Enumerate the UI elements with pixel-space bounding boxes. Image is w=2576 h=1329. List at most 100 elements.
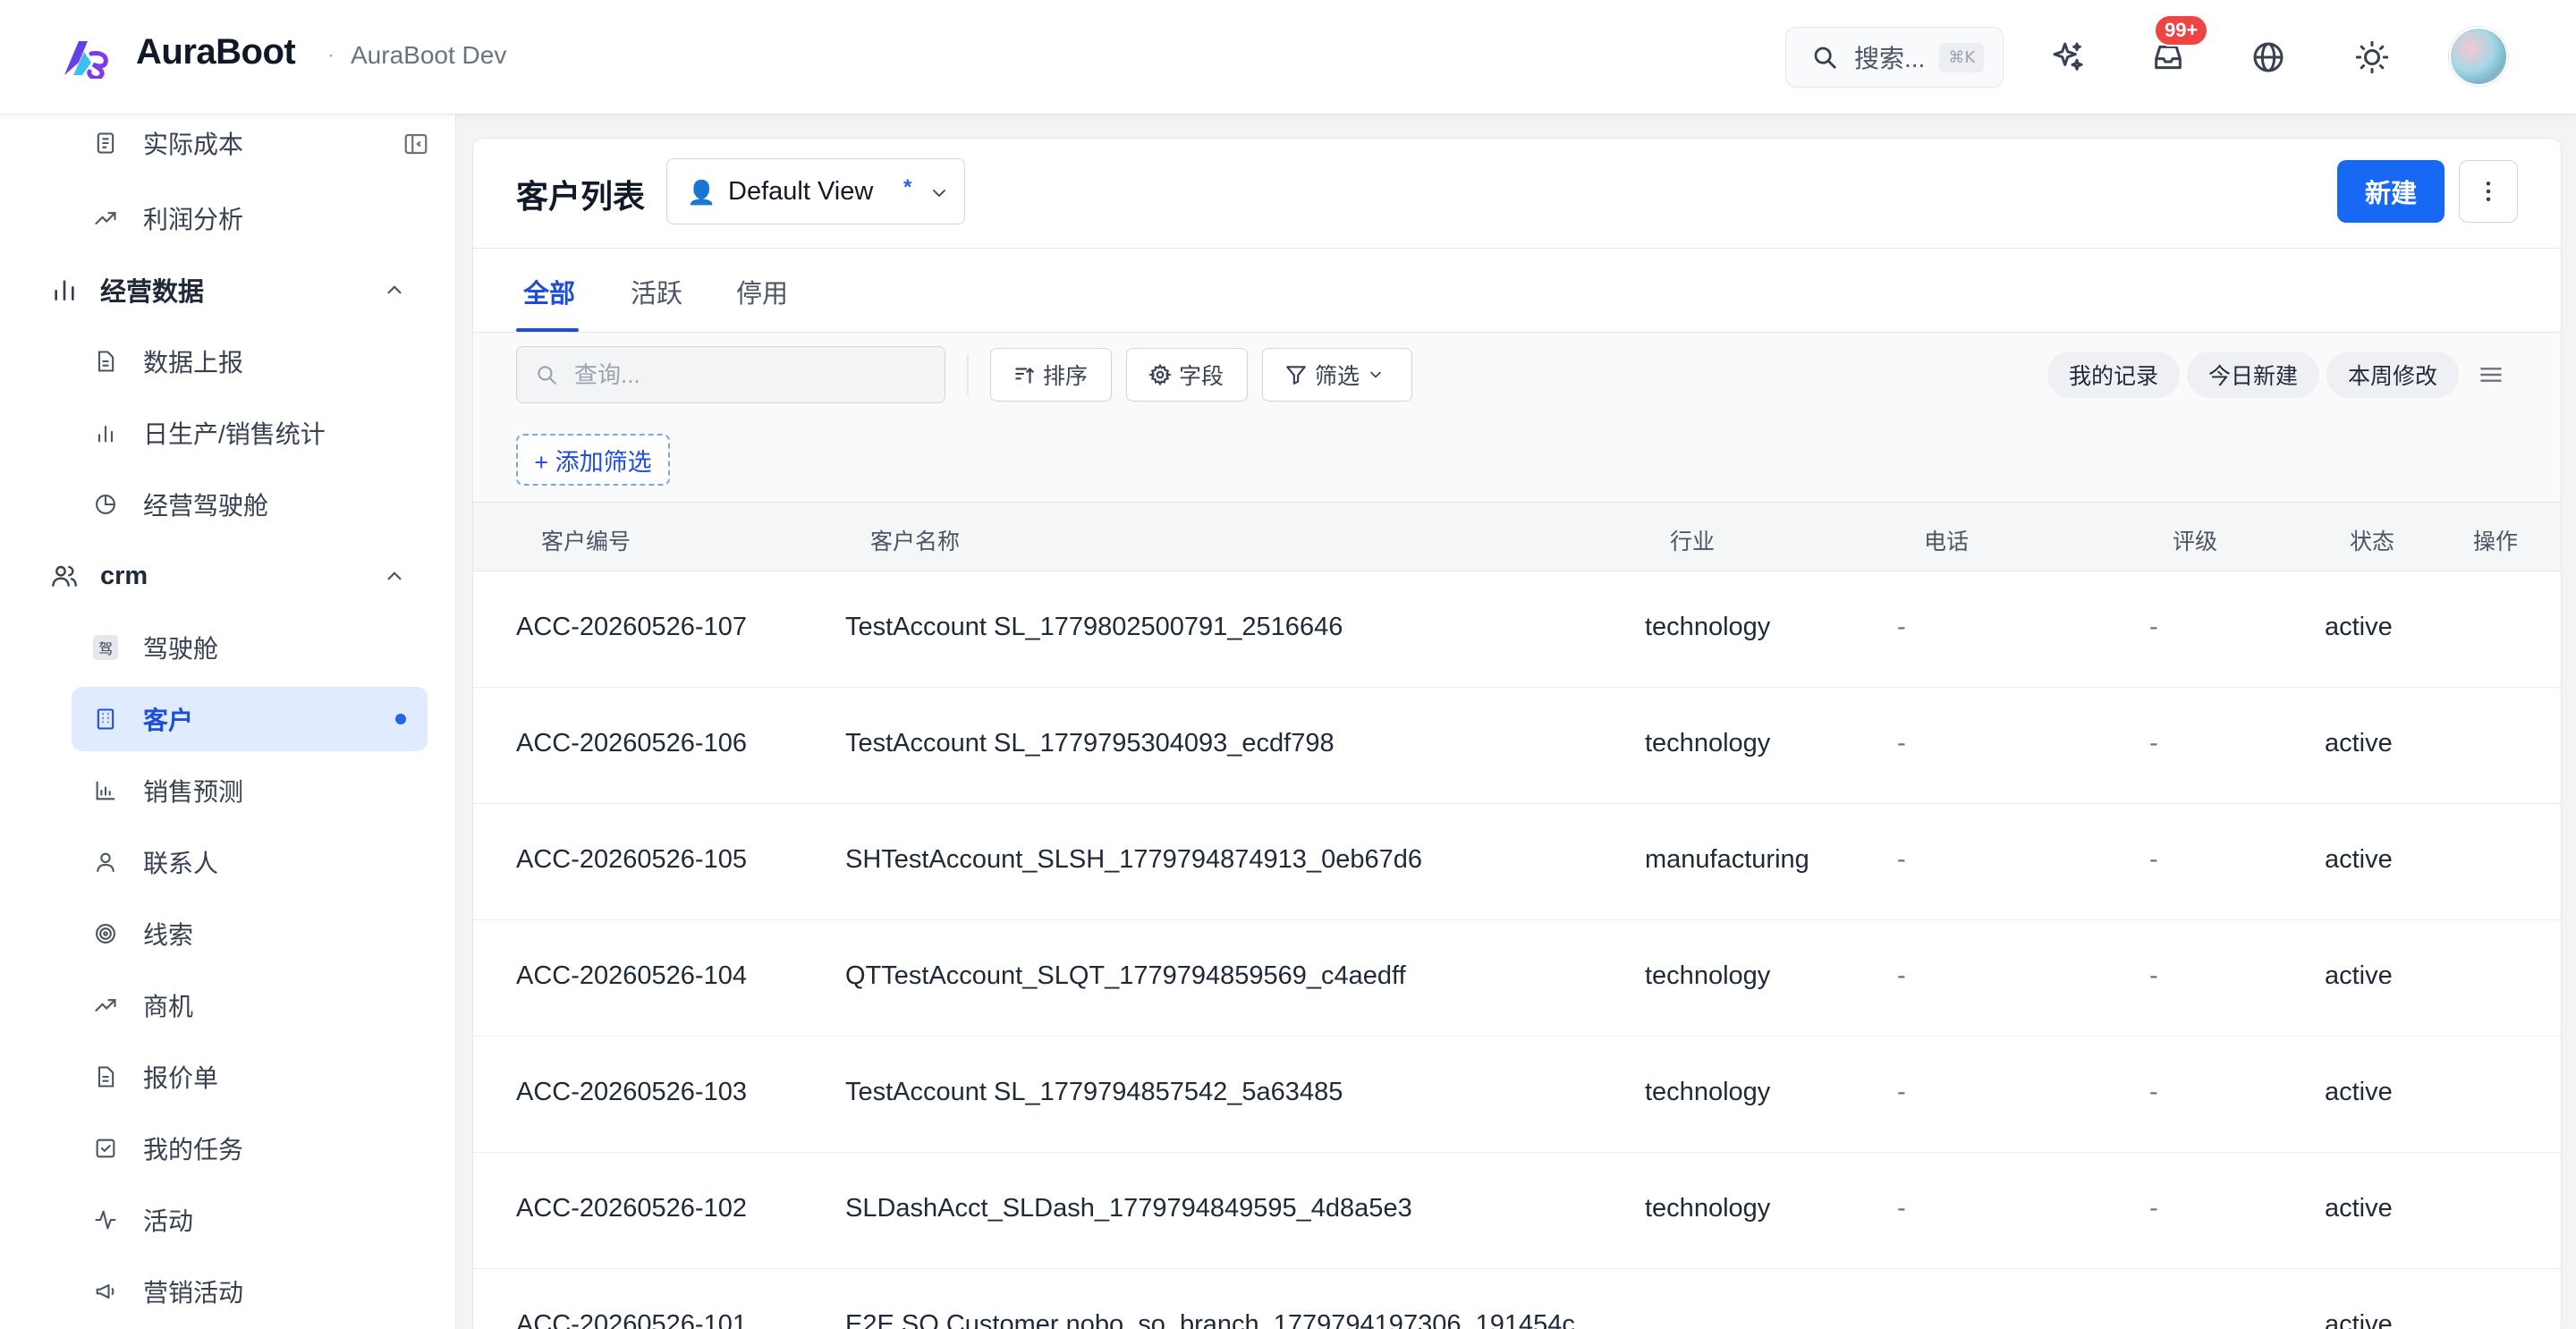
column-header-customer-no[interactable]: 客户编号 (541, 524, 631, 556)
cell-status: active (2325, 845, 2393, 874)
brand-name[interactable]: AuraBoot (136, 32, 296, 72)
cockpit-icon: 驾 (93, 635, 118, 660)
table-row[interactable]: ACC-20260526-104 QTTestAccount_SLQT_17797… (473, 920, 2561, 1037)
sidebar-item-customers[interactable]: 客户 (72, 687, 428, 751)
document-icon (97, 351, 114, 372)
active-indicator-dot (395, 714, 406, 724)
search-icon (1814, 47, 1836, 69)
users-icon (52, 565, 77, 587)
global-search-button[interactable]: 搜索... ⌘K (1785, 27, 2004, 88)
view-selector[interactable]: 👤 Default View * (666, 158, 965, 224)
cell-customer-name: TestAccount SL_1779802500791_2516646 (845, 613, 1343, 641)
theme-toggle-button[interactable] (2351, 36, 2394, 79)
sidebar-item-campaigns[interactable]: 营销活动 (72, 1259, 428, 1324)
cell-rating: - (2149, 961, 2158, 990)
sidebar-group-label: crm (100, 561, 148, 590)
cell-phone: - (1897, 961, 1906, 990)
cell-customer-no: ACC-20260526-101 (516, 1310, 747, 1329)
table-row[interactable]: ACC-20260526-101 E2E SO Customer nobo_so_… (473, 1269, 2561, 1329)
sparkle-icon (2053, 42, 2083, 71)
ai-assistant-button[interactable] (2046, 36, 2089, 79)
sort-label: 排序 (1043, 364, 1089, 389)
table-row[interactable]: ACC-20260526-107 TestAccount SL_177980250… (473, 571, 2561, 688)
sidebar-group-operations-data[interactable]: 经营数据 (50, 258, 428, 322)
language-button[interactable] (2247, 36, 2290, 79)
environment-name: AuraBoot Dev (351, 41, 507, 69)
column-header-industry[interactable]: 行业 (1670, 524, 1715, 556)
view-modified-marker: * (903, 175, 912, 199)
cell-customer-name: QTTestAccount_SLQT_1779794859569_c4aedff (845, 961, 1406, 990)
sidebar-item-data-report[interactable]: 数据上报 (72, 329, 428, 394)
table-row[interactable]: ACC-20260526-102 SLDashAcct_SLDash_177979… (473, 1153, 2561, 1269)
user-avatar[interactable] (2449, 27, 2508, 86)
sidebar-item-business-cockpit[interactable]: 经营驾驶舱 (72, 472, 428, 537)
sidebar-item-contacts[interactable]: 联系人 (72, 830, 428, 894)
sidebar-item-opportunities[interactable]: 商机 (72, 973, 428, 1037)
table-row[interactable]: ACC-20260526-106 TestAccount SL_177979530… (473, 688, 2561, 804)
trend-icon (95, 999, 116, 1012)
pie-chart-icon (96, 495, 115, 514)
user-icon: 👤 (687, 179, 716, 206)
tab-inactive[interactable]: 停用 (736, 273, 788, 310)
column-header-rating[interactable]: 评级 (2173, 524, 2217, 556)
table-row[interactable]: ACC-20260526-105 SHTestAccount_SLSH_17797… (473, 804, 2561, 920)
sidebar-item-activities[interactable]: 活动 (72, 1188, 428, 1252)
column-header-customer-name[interactable]: 客户名称 (870, 524, 960, 556)
auraboot-logo-icon[interactable] (61, 36, 111, 79)
top-header: AuraBoot · AuraBoot Dev 搜索... ⌘K 99+ (0, 0, 2576, 114)
user-icon (97, 852, 114, 872)
add-filter-button[interactable]: + 添加筛选 (516, 434, 670, 486)
header-divider (473, 248, 2561, 249)
sidebar-item-leads[interactable]: 线索 (72, 902, 428, 966)
fields-button[interactable]: 字段 (1126, 348, 1248, 402)
report-icon (97, 132, 114, 154)
chevron-up-icon (387, 285, 402, 294)
cell-rating: - (2149, 613, 2158, 641)
sidebar-item-quotes[interactable]: 报价单 (72, 1045, 428, 1109)
query-input[interactable] (574, 356, 932, 394)
search-shortcut-hint: ⌘K (1939, 42, 1985, 72)
sidebar-item-my-tasks[interactable]: 我的任务 (72, 1116, 428, 1181)
activity-icon (95, 1210, 116, 1230)
filter-button[interactable]: 筛选 (1262, 348, 1412, 402)
query-field[interactable] (516, 346, 945, 403)
sidebar-item-cockpit[interactable]: 驾 驾驶舱 (72, 615, 428, 680)
sidebar-item-label: 报价单 (143, 1064, 219, 1092)
sidebar-item-label: 商机 (143, 993, 194, 1020)
bar-chart-icon (97, 425, 114, 443)
quick-filter-my-records[interactable]: 我的记录 (2047, 351, 2181, 398)
sidebar-item-label: 驾驶舱 (143, 635, 219, 663)
sidebar-group-crm[interactable]: crm (50, 544, 428, 608)
sidebar-item-sales-forecast[interactable]: 销售预测 (72, 758, 428, 823)
list-menu-icon[interactable] (2477, 360, 2505, 389)
cell-status: active (2325, 613, 2393, 641)
sidebar-item-daily-stats[interactable]: 日生产/销售统计 (72, 401, 428, 465)
cell-status: active (2325, 961, 2393, 990)
tabs-divider (473, 332, 2561, 333)
quick-filter-modified-this-week[interactable]: 本周修改 (2326, 351, 2460, 398)
cell-rating: - (2149, 729, 2158, 758)
more-actions-button[interactable] (2459, 160, 2518, 223)
tab-active[interactable]: 活跃 (631, 273, 682, 310)
sidebar-item-label: 销售预测 (143, 778, 244, 806)
sidebar: 实际成本 利润分析 经营数据 数据上报 日生产/销售统计 经营驾驶舱 crm 驾… (0, 114, 456, 1329)
cell-status: active (2325, 729, 2393, 758)
sort-icon (1015, 367, 1034, 384)
cell-rating: - (2149, 1078, 2158, 1106)
column-header-actions: 操作 (2473, 529, 2519, 554)
sidebar-item-actual-cost[interactable]: 实际成本 (72, 114, 428, 175)
cell-customer-no: ACC-20260526-102 (516, 1194, 747, 1223)
column-header-status[interactable]: 状态 (2350, 524, 2394, 556)
column-header-phone[interactable]: 电话 (1924, 524, 1969, 556)
sort-button[interactable]: 排序 (990, 348, 1112, 402)
megaphone-icon (96, 1283, 114, 1299)
toolbar-divider (967, 355, 969, 394)
quick-filter-created-today[interactable]: 今日新建 (2187, 351, 2320, 398)
sidebar-item-label: 线索 (143, 921, 194, 949)
new-record-button[interactable]: 新建 (2337, 160, 2445, 223)
cell-status: active (2325, 1194, 2393, 1223)
table-row[interactable]: ACC-20260526-103 TestAccount SL_177979485… (473, 1037, 2561, 1153)
view-selector-label: Default View (728, 177, 874, 206)
tab-all[interactable]: 全部 (523, 273, 575, 310)
sidebar-item-profit-analysis[interactable]: 利润分析 (72, 186, 428, 250)
